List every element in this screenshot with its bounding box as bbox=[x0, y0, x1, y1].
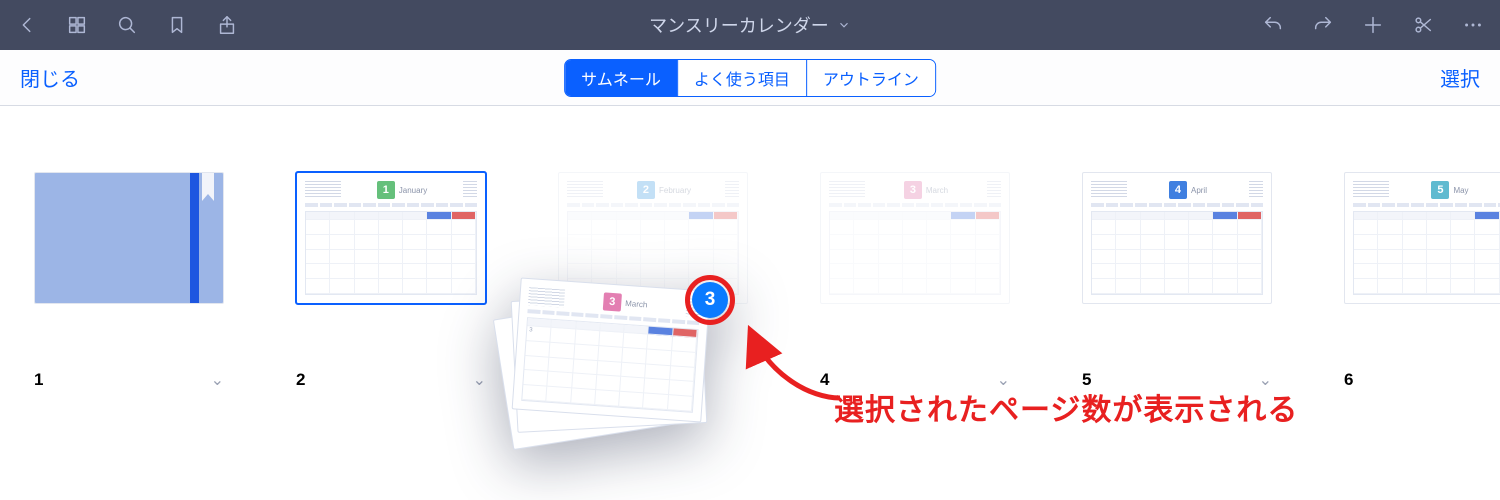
topbar-left-group bbox=[14, 12, 240, 38]
page-cell: 3March 4 ⌄ bbox=[820, 172, 1010, 390]
app-topbar: マンスリーカレンダー bbox=[0, 0, 1500, 50]
chevron-down-icon[interactable]: ⌄ bbox=[473, 370, 486, 390]
page-cell: 4April 5 ⌄ bbox=[1082, 172, 1272, 390]
topbar-right-group bbox=[1260, 12, 1486, 38]
grid-icon[interactable] bbox=[64, 12, 90, 38]
redo-icon[interactable] bbox=[1310, 12, 1336, 38]
page-number: 6 bbox=[1344, 370, 1353, 390]
bookmark-icon[interactable] bbox=[164, 12, 190, 38]
undo-icon[interactable] bbox=[1260, 12, 1286, 38]
chevron-down-icon[interactable]: ⌄ bbox=[211, 370, 224, 390]
page-thumbnail[interactable]: 3March bbox=[820, 172, 1010, 304]
thumbnail-strip: 1 ⌄ 1January 2 ⌄ 2February bbox=[0, 106, 1500, 390]
calendar-preview: 1January bbox=[305, 181, 477, 295]
tab-favorites[interactable]: よく使う項目 bbox=[677, 60, 806, 96]
tab-thumbnails[interactable]: サムネール bbox=[565, 60, 677, 96]
page-thumbnail-cover[interactable] bbox=[34, 172, 224, 304]
page-cell: 5May 6 ⌄ bbox=[1344, 172, 1500, 390]
thumbnail-toolbar: 閉じる サムネール よく使う項目 アウトライン 選択 bbox=[0, 50, 1500, 106]
add-icon[interactable] bbox=[1360, 12, 1386, 38]
page-number-row: 1 ⌄ bbox=[34, 370, 224, 390]
page-number-row: 2 ⌄ bbox=[296, 370, 486, 390]
more-icon[interactable] bbox=[1460, 12, 1486, 38]
page-number: 1 bbox=[34, 370, 43, 390]
cover-spine bbox=[190, 173, 199, 303]
page-thumbnail[interactable]: 5May bbox=[1344, 172, 1500, 304]
page-cell: 2February bbox=[558, 172, 748, 390]
page-cell: 1January 2 ⌄ bbox=[296, 172, 486, 390]
scissors-icon[interactable] bbox=[1410, 12, 1436, 38]
close-button[interactable]: 閉じる bbox=[20, 63, 80, 92]
back-icon[interactable] bbox=[14, 12, 40, 38]
page-cell: 1 ⌄ bbox=[34, 172, 224, 390]
annotation-text: 選択されたページ数が表示される bbox=[834, 385, 1298, 429]
calendar-preview: 2February bbox=[567, 181, 739, 295]
page-number: 2 bbox=[296, 370, 305, 390]
page-thumbnail[interactable]: 1January bbox=[296, 172, 486, 304]
page-thumbnail[interactable]: 4April bbox=[1082, 172, 1272, 304]
calendar-preview: 5May bbox=[1353, 181, 1500, 295]
tab-outline[interactable]: アウトライン bbox=[806, 60, 935, 96]
select-button[interactable]: 選択 bbox=[1440, 63, 1480, 92]
calendar-preview: 3March bbox=[829, 181, 1001, 295]
calendar-preview: 4April bbox=[1091, 181, 1263, 295]
search-icon[interactable] bbox=[114, 12, 140, 38]
chevron-down-icon bbox=[837, 18, 851, 32]
page-number: 4 bbox=[820, 370, 829, 390]
document-title-text: マンスリーカレンダー bbox=[649, 12, 829, 38]
page-number-row: 6 ⌄ bbox=[1344, 370, 1500, 390]
share-icon[interactable] bbox=[214, 12, 240, 38]
view-mode-segmented: サムネール よく使う項目 アウトライン bbox=[564, 59, 936, 97]
page-thumbnail[interactable]: 2February bbox=[558, 172, 748, 304]
document-title[interactable]: マンスリーカレンダー bbox=[649, 12, 851, 38]
cover-ribbon bbox=[202, 173, 214, 201]
